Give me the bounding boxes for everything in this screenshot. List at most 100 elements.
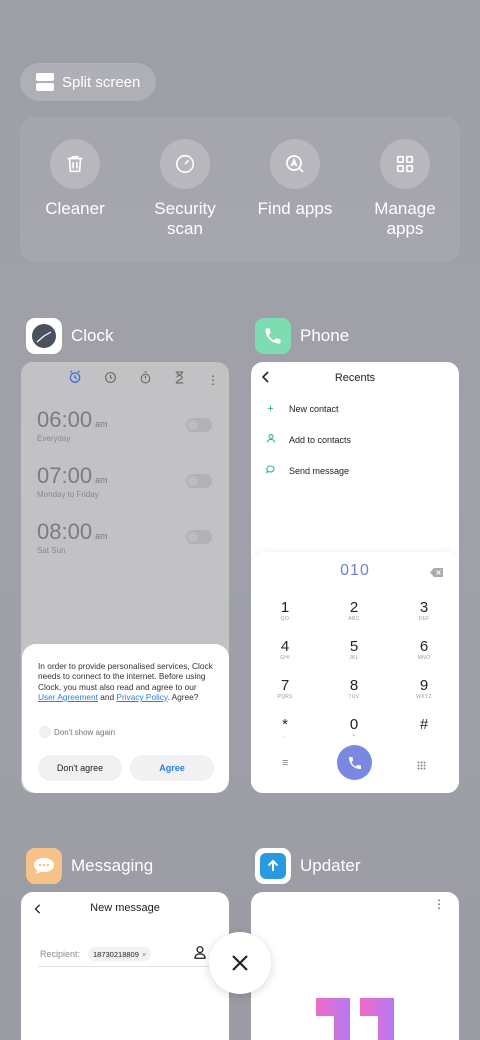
alarm-days: Sat Sun (37, 546, 66, 555)
split-screen-label: Split screen (62, 73, 141, 91)
new-contact-label: New contact (289, 404, 339, 414)
recipient-divider (38, 966, 210, 967)
dial-key-6[interactable]: 6 MNO (399, 638, 449, 661)
agree-button[interactable]: Agree (130, 755, 214, 781)
split-screen-icon (36, 73, 54, 91)
timer-icon[interactable] (174, 371, 185, 389)
dial-key-3[interactable]: 3 DEF (399, 599, 449, 622)
alarm-ampm: am (95, 531, 108, 541)
dont-agree-button[interactable]: Don't agree (38, 755, 122, 781)
dial-key-0[interactable]: 0 + (329, 716, 379, 739)
security-scan-icon (160, 139, 210, 189)
dialpad-toggle-icon[interactable] (417, 757, 426, 775)
alarm-days: Everyday (37, 434, 71, 443)
clock-toolbar: ⋮ (68, 370, 219, 389)
new-message-title: New message (90, 902, 160, 914)
recents-title: Recents (334, 372, 376, 384)
alarm-item[interactable]: 06:00 am Everyday (37, 407, 108, 443)
more-icon[interactable]: ⋮ (207, 374, 219, 386)
checkbox-icon (39, 726, 51, 738)
grid-icon (380, 139, 430, 189)
cleaner-label: Cleaner (45, 199, 105, 218)
alarm-ampm: am (95, 419, 108, 429)
alarm-ampm: am (95, 475, 108, 485)
phone-app-card[interactable]: Recents + New contact Add to contacts Se… (251, 362, 459, 793)
remove-recipient-icon[interactable]: × (142, 950, 146, 959)
alarm-item[interactable]: 07:00 am Monday to Friday (37, 463, 108, 499)
plus-icon: + (267, 403, 274, 415)
find-apps-icon (270, 139, 320, 189)
phone-call-icon (348, 756, 361, 769)
messaging-app-icon (26, 848, 62, 884)
add-to-contacts-label: Add to contacts (289, 435, 352, 445)
messaging-app-name: Messaging (71, 856, 154, 875)
dialed-number: 010 (340, 562, 370, 579)
world-clock-icon[interactable] (104, 371, 117, 389)
manage-apps-button[interactable]: Manage apps (350, 139, 460, 239)
alarm-toggle[interactable] (186, 418, 212, 432)
dial-key-2[interactable]: 2 ABC (329, 599, 379, 622)
call-button[interactable] (337, 745, 372, 780)
send-message-label: Send message (289, 466, 350, 476)
trash-icon (50, 139, 100, 189)
alarm-time: 07:00 (37, 463, 93, 488)
messaging-app-card[interactable]: New message Recipient: 18730218809 × (21, 892, 229, 1040)
miui-logo (316, 998, 394, 1040)
dial-key-7[interactable]: 7 PQRS (260, 677, 310, 700)
person-icon (266, 434, 275, 446)
send-message-row[interactable]: Send message (266, 465, 349, 477)
alarm-toggle[interactable] (186, 530, 212, 544)
message-icon (266, 465, 275, 477)
close-icon (232, 955, 248, 971)
close-all-button[interactable] (209, 932, 271, 994)
alarm-icon[interactable] (68, 370, 82, 389)
dial-key-8[interactable]: 8 TUV (329, 677, 379, 700)
alarm-time: 06:00 (37, 407, 93, 432)
alarm-toggle[interactable] (186, 474, 212, 488)
new-contact-row[interactable]: + New contact (266, 403, 339, 415)
user-agreement-link[interactable]: User Agreement (38, 692, 98, 702)
updater-app-card[interactable]: ⋮ (251, 892, 459, 1040)
clock-app-icon (26, 318, 62, 354)
clock-app-header[interactable]: Clock (26, 318, 114, 354)
dial-key-star[interactable]: *, (260, 716, 310, 739)
dont-show-again-checkbox[interactable]: Don't show again (39, 726, 115, 738)
updater-app-name: Updater (300, 856, 361, 875)
security-scan-button[interactable]: Security scan (130, 139, 240, 239)
dial-key-9[interactable]: 9 WXYZ (399, 677, 449, 700)
alarm-time: 08:00 (37, 519, 93, 544)
add-to-contacts-row[interactable]: Add to contacts (266, 434, 351, 446)
find-apps-label: Find apps (257, 199, 333, 218)
cleaner-button[interactable]: Cleaner (20, 139, 130, 219)
clock-app-card[interactable]: ⋮ 06:00 am Everyday 07:00 am Monday to Fri… (21, 362, 229, 793)
split-screen-button[interactable]: Split screen (20, 63, 156, 101)
phone-app-name: Phone (300, 326, 350, 345)
dialpad: 010 1 QO 2 ABC 3 DEF 4 GHI 5 JKL 6 MNO 7 PQRS 8… (251, 552, 459, 793)
menu-icon[interactable]: ≡ (282, 757, 288, 769)
dial-key-4[interactable]: 4 GHI (260, 638, 310, 661)
recipient-number: 18730218809 (93, 949, 139, 959)
more-icon[interactable]: ⋮ (433, 897, 445, 911)
dial-key-hash[interactable]: # (399, 716, 449, 733)
alarm-item[interactable]: 08:00 am Sat Sun (37, 519, 108, 555)
quick-actions-panel: Cleaner Security scan Find apps Manage app… (20, 117, 460, 262)
phone-app-header[interactable]: Phone (255, 318, 349, 354)
dial-key-1[interactable]: 1 QO (260, 599, 310, 622)
dialog-message: In order to provide personalised service… (38, 661, 213, 702)
contacts-icon[interactable] (194, 946, 206, 964)
security-scan-label: Security scan (154, 199, 216, 238)
clock-app-name: Clock (71, 326, 114, 345)
alarm-days: Monday to Friday (37, 490, 99, 499)
recipient-chip[interactable]: 18730218809 × (88, 947, 152, 961)
privacy-policy-link[interactable]: Privacy Policy (116, 692, 167, 702)
dial-key-5[interactable]: 5 JKL (329, 638, 379, 661)
internet-permission-dialog: In order to provide personalised service… (22, 644, 229, 793)
updater-app-header[interactable]: Updater (255, 848, 360, 884)
phone-app-icon (255, 318, 291, 354)
find-apps-button[interactable]: Find apps (240, 139, 350, 219)
updater-app-icon (255, 848, 291, 884)
stopwatch-icon[interactable] (139, 371, 152, 389)
recipient-label: Recipient: (40, 949, 81, 959)
backspace-icon[interactable] (430, 564, 443, 582)
messaging-app-header[interactable]: Messaging (26, 848, 153, 884)
